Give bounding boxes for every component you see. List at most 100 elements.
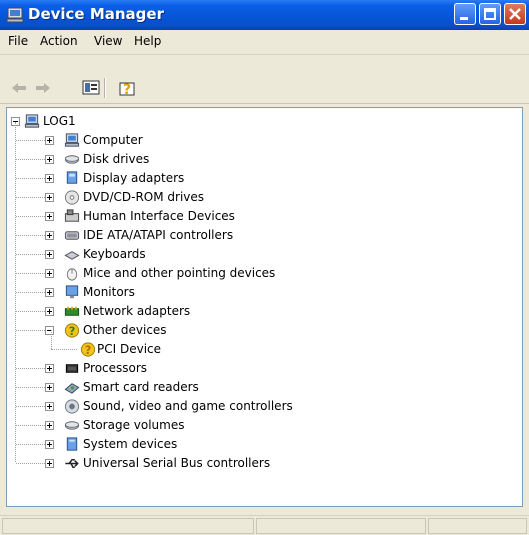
tree-branch-line [16,368,45,369]
expander-sound[interactable] [45,402,54,411]
expander-dvd-drive[interactable] [45,193,54,202]
forward-arrow-icon[interactable] [32,77,54,99]
tree-item-label[interactable]: Disk drives [83,152,149,166]
expander-storage[interactable] [45,421,54,430]
title-bar[interactable]: Device Manager [0,0,529,30]
tree-branch-line [51,330,52,349]
expander-system-device[interactable] [45,440,54,449]
tree-root-label[interactable]: LOG1 [43,114,76,128]
menu-action[interactable]: Action [40,34,78,48]
computer-icon [64,133,80,147]
smart-card-icon [64,383,80,394]
menu-file[interactable]: File [8,34,28,48]
tree-item-label[interactable]: Monitors [83,285,135,299]
tree-branch-line [16,254,45,255]
tree-item-label[interactable]: Network adapters [83,304,190,318]
tree-branch-line [16,387,45,388]
svg-text:?: ? [69,324,76,338]
monitor-icon [65,285,79,299]
expander-unknown-device[interactable] [45,326,54,335]
expander-monitor[interactable] [45,288,54,297]
minimize-icon [460,17,468,20]
expander-display-adapter[interactable] [45,174,54,183]
help-icon[interactable]: ? [116,77,138,99]
maximize-button[interactable] [479,3,501,25]
expander-usb[interactable] [45,459,54,468]
properties-icon[interactable] [80,77,102,99]
close-button[interactable] [504,3,526,25]
tree-item-label[interactable]: Processors [83,361,147,375]
tree-item-label[interactable]: System devices [83,437,177,451]
status-pane-tertiary [428,518,527,534]
tree-item-label[interactable]: Display adapters [83,171,184,185]
usb-icon [65,458,79,469]
tree-item-label[interactable]: Other devices [83,323,167,337]
tree-branch-line [16,197,45,198]
expander-keyboard[interactable] [45,250,54,259]
window-title: Device Manager [28,5,164,23]
tree-item-label[interactable]: Computer [83,133,143,147]
expander-hid[interactable] [45,212,54,221]
tree-item-label[interactable]: IDE ATA/ATAPI controllers [83,228,233,242]
expander-disk-drive[interactable] [45,155,54,164]
status-pane-secondary [256,518,426,534]
tree-item-label[interactable]: Mice and other pointing devices [83,266,275,280]
device-tree[interactable]: LOG1 Computer Disk drives Display adapters D… [6,107,523,507]
menu-view[interactable]: View [94,34,122,48]
unknown-device-icon: ? [64,323,80,338]
tree-branch-line [16,330,45,331]
tree-branch-line [16,216,45,217]
disk-drive-icon [64,155,80,164]
toolbar-separator [104,78,106,98]
status-pane-main [2,518,254,534]
menu-help[interactable]: Help [134,34,161,48]
sound-icon [64,399,80,414]
ide-controller-icon [64,231,80,240]
device-manager-window: Device Manager File Action View Help ? L… [0,0,529,535]
dvd-drive-icon [64,190,80,205]
tree-item-label[interactable]: PCI Device [97,342,161,356]
tree-branch-line [16,140,45,141]
tree-branch-line [16,273,45,274]
tree-branch-line [16,178,45,179]
tree-item-label[interactable]: DVD/CD-ROM drives [83,190,204,204]
tree-item-label[interactable]: Storage volumes [83,418,184,432]
close-icon [509,8,521,20]
svg-text:?: ? [123,82,131,98]
storage-icon [64,421,80,430]
computer-icon [6,7,24,23]
tree-branch-line [16,235,45,236]
processor-icon [65,364,79,373]
tree-item-label[interactable]: Human Interface Devices [83,209,235,223]
tree-item-label[interactable]: Universal Serial Bus controllers [83,456,270,470]
tree-branch-line [16,292,45,293]
tree-item-label[interactable]: Keyboards [83,247,146,261]
back-arrow-icon[interactable] [8,77,30,99]
expander-ide-controller[interactable] [45,231,54,240]
tree-branch-line [16,463,45,464]
expander-processor[interactable] [45,364,54,373]
tree-branch-line [16,444,45,445]
menu-bar: File Action View Help [0,30,529,55]
svg-text:?: ? [85,343,92,357]
toolbar: ? [0,55,529,104]
maximize-icon [484,8,496,20]
tree-branch-line [16,425,45,426]
tree-item-label[interactable]: Sound, video and game controllers [83,399,293,413]
computer-icon [24,114,40,128]
expander-smart-card[interactable] [45,383,54,392]
warning-device-icon: ? [80,342,96,357]
display-adapter-icon [66,171,78,184]
mouse-icon [66,268,78,281]
tree-branch-line [16,406,45,407]
status-bar [0,515,529,535]
tree-item-label[interactable]: Smart card readers [83,380,199,394]
expander-mouse[interactable] [45,269,54,278]
system-device-icon [66,437,78,451]
tree-branch-line [16,159,45,160]
keyboard-icon [64,251,80,260]
expander-network-adapter[interactable] [45,307,54,316]
tree-branch-line [16,311,45,312]
expander-computer[interactable] [45,136,54,145]
minimize-button[interactable] [454,3,476,25]
